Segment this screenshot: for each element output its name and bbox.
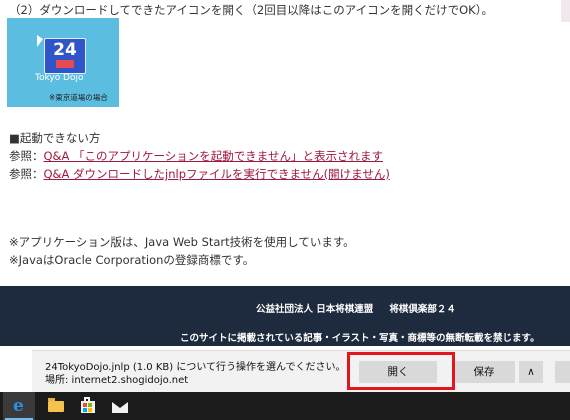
page-edge-decoration	[561, 0, 570, 22]
app-icon-thumbnail: 24 Tokyo Dojo ※東京道場の場合	[7, 18, 119, 107]
taskbar-edge[interactable]: e	[3, 392, 35, 420]
footer-org: 公益社団法人 日本将棋連盟	[256, 304, 374, 315]
mail-icon	[112, 402, 128, 413]
app-icon-tag	[56, 60, 74, 68]
app-icon-note: ※東京道場の場合	[49, 93, 108, 102]
mouse-cursor-icon	[37, 35, 43, 47]
taskbar-mail[interactable]	[104, 392, 136, 420]
save-button[interactable]: 保存	[453, 361, 515, 383]
footer-org-line: 公益社団法人 日本将棋連盟 将棋倶楽部２４	[256, 301, 456, 315]
download-notification-bar: 24TokyoDojo.jnlp (1.0 KB) について行う操作を選んでくだ…	[32, 350, 570, 392]
java-web-start-note: ※アプリケーション版は、Java Web Start技術を使用しています。	[9, 235, 355, 249]
oracle-trademark-note: ※JavaはOracle Corporationの登録商標です。	[9, 253, 255, 267]
taskbar-file-explorer[interactable]	[40, 392, 72, 420]
qa-cannot-launch-link[interactable]: Q&A 「このアプリケーションを起動できません」と表示されます	[44, 149, 383, 163]
help-heading: ■起動できない方	[9, 131, 101, 145]
site-footer: 公益社団法人 日本将棋連盟 将棋倶楽部２４ このサイトに掲載されている記事・イラス…	[0, 286, 570, 346]
ref-prefix: 参照：	[9, 167, 44, 181]
web-page-content: （2）ダウンロードしてできたアイコンを開く（2回目以降はこのアイコンを開くだけで…	[0, 0, 570, 286]
help-ref-row: 参照：Q&A ダウンロードしたjnlpファイルを実行できません(開けません)	[9, 166, 390, 182]
download-location-text: 場所: internet2.shogidojo.net	[45, 375, 189, 386]
step-instruction: （2）ダウンロードしてできたアイコンを開く（2回目以降はこのアイコンを開くだけで…	[9, 3, 493, 17]
footer-copyright: このサイトに掲載されている記事・イラスト・写真・商標等の無断転載を禁じます。	[180, 333, 540, 344]
download-message: 24TokyoDojo.jnlp (1.0 KB) について行う操作を選んでくだ…	[45, 361, 346, 387]
save-options-chevron-up-icon[interactable]: ∧	[519, 361, 543, 383]
download-filename-text: 24TokyoDojo.jnlp (1.0 KB) について行う操作を選んでくだ…	[45, 362, 346, 373]
file-explorer-icon	[48, 398, 64, 412]
footer-club: 将棋倶楽部２４	[389, 304, 456, 315]
app-icon-number: 24	[53, 40, 77, 60]
windows-taskbar: e	[0, 392, 570, 420]
edge-icon: e	[13, 396, 24, 416]
taskbar-store[interactable]	[72, 392, 104, 420]
store-icon	[81, 397, 95, 413]
open-button-highlight	[347, 352, 455, 390]
help-ref-row: 参照：Q&A 「このアプリケーションを起動できません」と表示されます	[9, 148, 383, 164]
tokyo-dojo-app-icon: 24	[44, 38, 86, 74]
app-icon-caption: Tokyo Dojo	[35, 73, 84, 83]
qa-jnlp-cannot-run-link[interactable]: Q&A ダウンロードしたjnlpファイルを実行できません(開けません)	[44, 167, 390, 181]
ref-prefix: 参照：	[9, 149, 44, 163]
cancel-button[interactable]	[555, 361, 570, 383]
